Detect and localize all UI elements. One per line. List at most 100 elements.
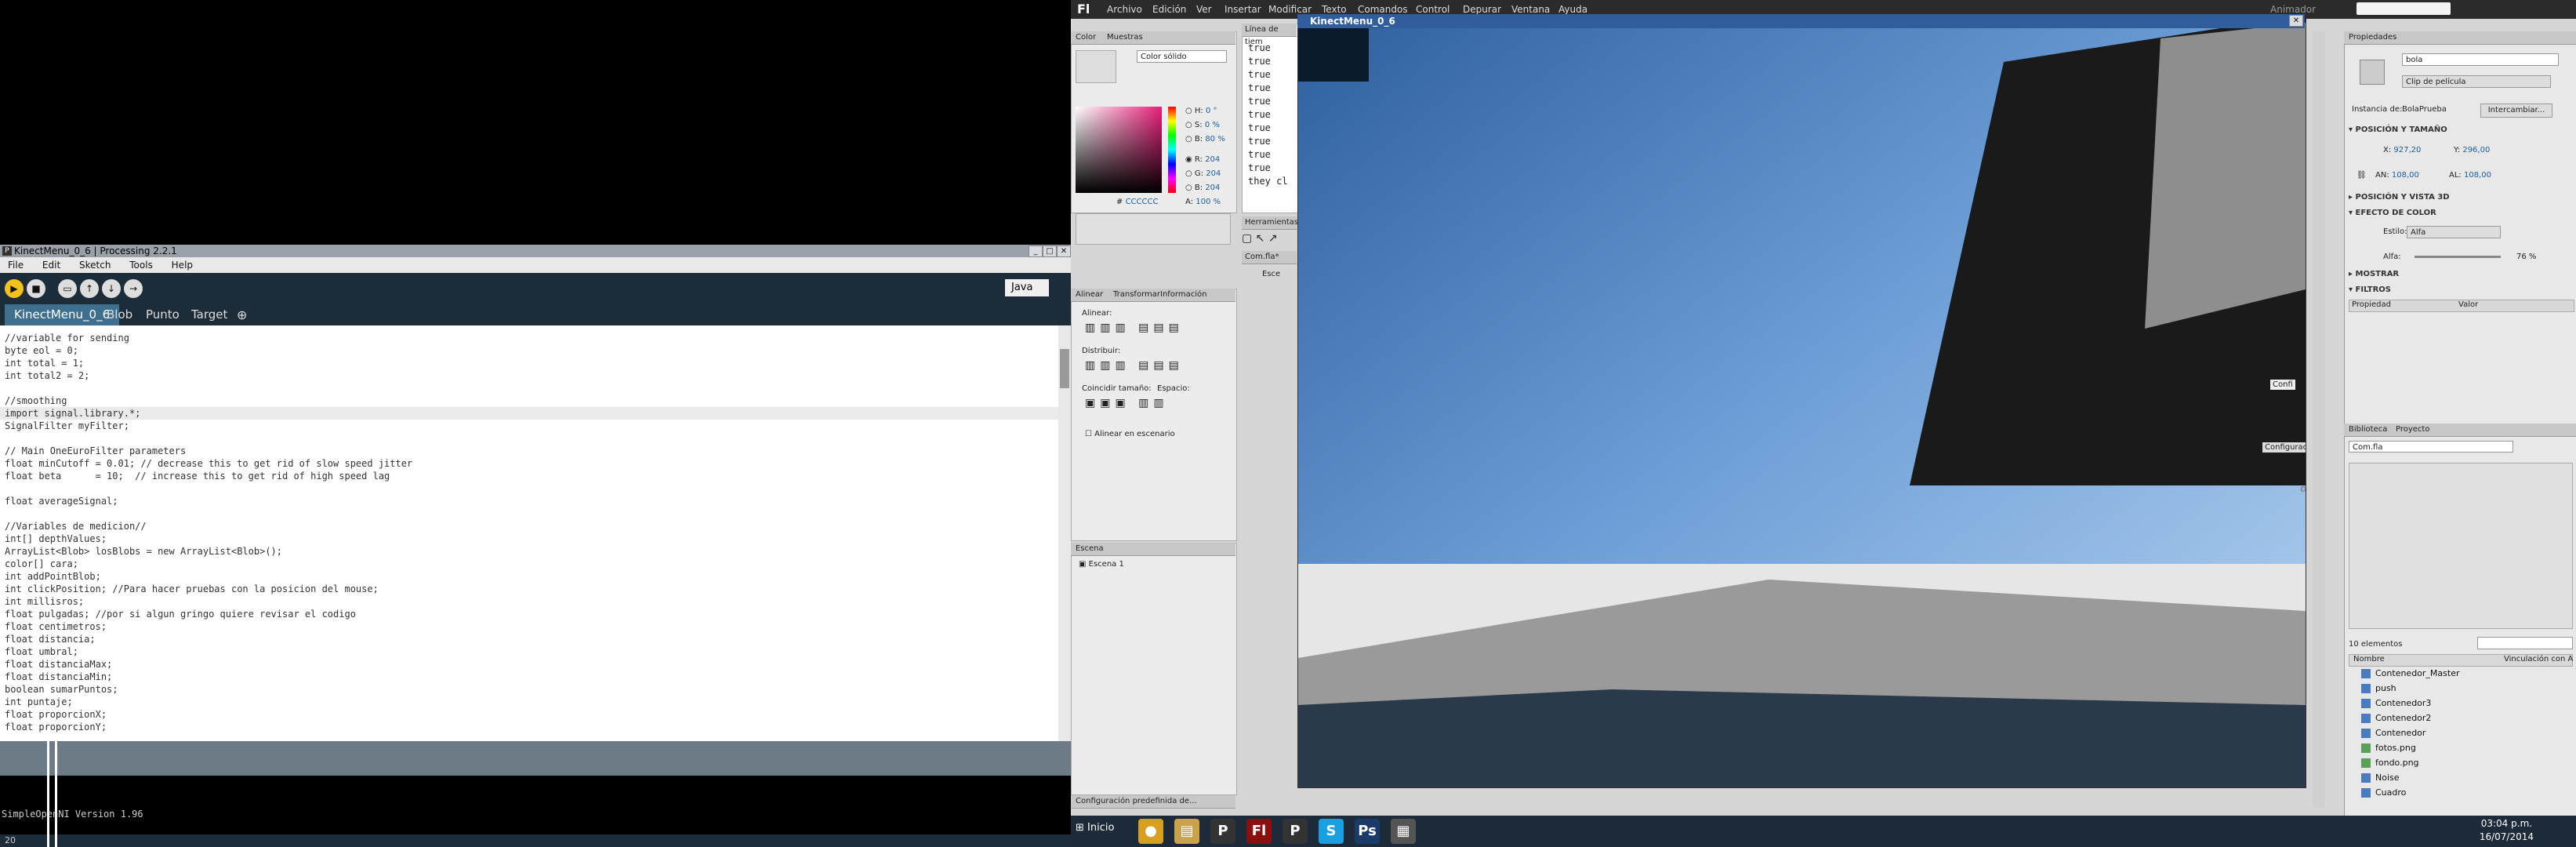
stage-glitch-artwork — [1298, 15, 2306, 787]
explorer-taskbar-icon[interactable]: ▤ — [1174, 819, 1199, 844]
match-buttons[interactable]: ▣▣▣ ▥▥ — [1085, 397, 1169, 409]
alpha-slider[interactable] — [2415, 256, 2501, 258]
line-number-footer: 20 — [0, 834, 1071, 847]
library-item[interactable]: push — [2361, 682, 2396, 696]
color-picker-field[interactable] — [1076, 107, 1162, 193]
tab-alinear[interactable]: Alinear — [1076, 289, 1103, 301]
library-item[interactable]: Contenedor_Master — [2361, 667, 2460, 681]
menu-archivo[interactable]: Archivo — [1107, 0, 1142, 19]
align-buttons[interactable]: ▥▥▥ ▤▤▤ — [1085, 322, 1184, 334]
style-select[interactable]: Alfa — [2407, 226, 2501, 238]
menu-edit[interactable]: Edit — [42, 257, 60, 273]
editor-scrollbar[interactable] — [1058, 325, 1071, 741]
section-show[interactable]: ▸ MOSTRAR — [2349, 270, 2399, 278]
tab-punto[interactable]: Punto — [136, 304, 189, 325]
section-position-size[interactable]: ▾ POSICIÓN Y TAMAÑO — [2349, 125, 2447, 134]
code-line: float beta = 10; // increase this to get… — [5, 471, 390, 482]
color-type-select[interactable]: Color sólido — [1137, 50, 1227, 63]
stroke-fill-swatches[interactable] — [1076, 50, 1116, 83]
stop-icon[interactable]: ■ — [27, 279, 45, 298]
alpha-value[interactable]: 76 % — [2516, 253, 2536, 261]
tab-blob[interactable]: Blob — [97, 304, 142, 325]
scene-item[interactable]: ▣ Escena 1 — [1079, 560, 1124, 569]
menu-ver[interactable]: Ver — [1196, 0, 1212, 19]
processing-menu-bar: File Edit Sketch Tools Help — [0, 257, 1071, 273]
tab-muestras[interactable]: Muestras — [1107, 31, 1143, 44]
timeline-tab[interactable]: Línea de tiem — [1242, 24, 1297, 46]
tab-proyecto[interactable]: Proyecto — [2396, 424, 2429, 436]
x-field[interactable]: X: 927,20 — [2383, 146, 2421, 154]
alpha-field[interactable]: A: 100 % — [1185, 198, 1221, 206]
library-item[interactable]: fotos.png — [2361, 741, 2416, 755]
distribute-buttons[interactable]: ▥▥▥ ▤▤▤ — [1085, 359, 1184, 372]
output-line: true — [1248, 109, 1271, 120]
start-button[interactable]: ⊞ Inicio — [1076, 822, 1114, 834]
swap-button[interactable]: Intercambiar... — [2480, 104, 2552, 118]
align-to-stage-checkbox[interactable]: ☐ Alinear en escenario — [1085, 430, 1175, 438]
section-3d[interactable]: ▸ POSICIÓN Y VISTA 3D — [2349, 193, 2450, 202]
save-icon[interactable]: ↓ — [102, 279, 121, 298]
chrome-taskbar-icon[interactable]: ● — [1138, 819, 1163, 844]
stage-title-bar: KinectMenu_0_6 ✕ — [1297, 14, 2305, 28]
menu-edicion[interactable]: Edición — [1152, 0, 1186, 19]
run-icon[interactable]: ▶ — [5, 279, 24, 298]
clock[interactable]: 03:04 p.m. 16/07/2014 — [2480, 817, 2534, 844]
instance-name-input[interactable]: bola — [2402, 53, 2559, 66]
minimize-button[interactable]: _ — [1029, 245, 1043, 257]
stage-close-button[interactable]: ✕ — [2289, 15, 2303, 27]
library-item[interactable]: Contenedor — [2361, 726, 2425, 740]
menu-sketch[interactable]: Sketch — [79, 257, 111, 273]
export-icon[interactable]: → — [124, 279, 143, 298]
mode-selector[interactable]: Java — [1005, 279, 1049, 296]
scene-breadcrumb[interactable]: Esce — [1262, 270, 1280, 278]
library-item[interactable]: Noise — [2361, 771, 2400, 785]
console: SimpleOpenNI Version 1.96 — [0, 776, 1071, 834]
tab-biblioteca[interactable]: Biblioteca — [2349, 424, 2387, 436]
tab-transformar[interactable]: Transformar — [1113, 289, 1160, 301]
library-file-select[interactable]: Com.fla — [2349, 441, 2513, 453]
help-search-input[interactable] — [2356, 2, 2451, 15]
photoshop-taskbar-icon[interactable]: Ps — [1355, 819, 1380, 844]
symbol-type-select[interactable]: Clip de película — [2402, 75, 2551, 88]
selection-tool-icon[interactable]: ▢ ↖ ↗ — [1242, 232, 1278, 245]
y-field[interactable]: Y: 296,00 — [2454, 146, 2490, 154]
library-item[interactable]: Contenedor3 — [2361, 696, 2431, 711]
skype-taskbar-icon[interactable]: S — [1319, 819, 1344, 844]
menu-help[interactable]: Help — [172, 257, 193, 273]
section-filters[interactable]: ▾ FILTROS — [2349, 285, 2391, 294]
width-field[interactable]: AN: 108,00 — [2375, 171, 2419, 180]
processing2-taskbar-icon[interactable]: P — [1283, 819, 1308, 844]
code-line: int clickPosition; //Para hacer pruebas … — [5, 583, 379, 594]
library-item[interactable]: fondo.png — [2361, 756, 2419, 770]
library-search-input[interactable] — [2477, 637, 2573, 649]
library-item[interactable]: Contenedor2 — [2361, 711, 2431, 725]
tab-propiedades[interactable]: Propiedades — [2349, 31, 2396, 44]
tab-color[interactable]: Color — [1076, 31, 1096, 44]
processing-taskbar-icon[interactable]: P — [1210, 819, 1235, 844]
flash-taskbar-icon[interactable]: Fl — [1246, 819, 1272, 844]
bitmap-icon — [2361, 758, 2371, 768]
new-icon[interactable]: ▭ — [58, 279, 77, 298]
scrollbar-thumb[interactable] — [1060, 349, 1069, 388]
library-item[interactable]: Cuadro — [2361, 786, 2406, 800]
menu-insertar[interactable]: Insertar — [1225, 0, 1261, 19]
hue-slider[interactable] — [1168, 107, 1176, 193]
code-line: int total = 1; — [5, 358, 85, 369]
maximize-button[interactable]: □ — [1043, 245, 1057, 257]
code-editor[interactable]: //variable for sending byte eol = 0; int t… — [0, 325, 1058, 741]
add-tab-icon[interactable]: ⊕ — [227, 304, 256, 325]
hex-field[interactable]: # CCCCCC — [1116, 198, 1158, 206]
tab-informacion[interactable]: Información — [1160, 289, 1206, 301]
section-color-effect[interactable]: ▾ EFECTO DE COLOR — [2349, 209, 2436, 217]
height-field[interactable]: AL: 108,00 — [2449, 171, 2491, 180]
link-icon[interactable]: ⛓ — [2356, 171, 2367, 180]
menu-tools[interactable]: Tools — [129, 257, 153, 273]
stage-window[interactable]: Confi Configuración OLA — [1297, 14, 2306, 788]
doc-tab[interactable]: Com.fla* — [1242, 251, 1297, 264]
other-taskbar-icon[interactable]: ▦ — [1391, 819, 1416, 844]
open-icon[interactable]: ↑ — [80, 279, 99, 298]
menu-file[interactable]: File — [8, 257, 24, 273]
movieclip-icon — [2361, 684, 2371, 693]
close-button[interactable]: ✕ — [1057, 245, 1071, 257]
stage-scrollbar[interactable] — [2313, 31, 2325, 808]
